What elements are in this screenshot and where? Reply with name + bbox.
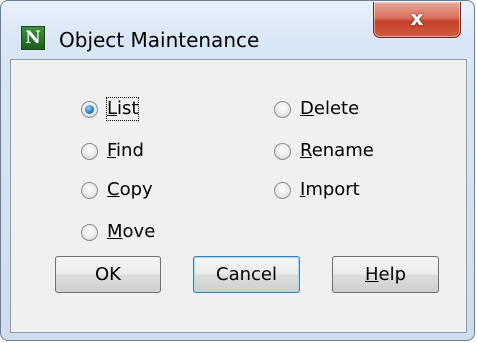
window-title: Object Maintenance — [59, 28, 260, 52]
label-rest: elete — [313, 98, 360, 119]
radio-copy[interactable]: Copy — [81, 178, 153, 202]
cancel-button-label: Cancel — [216, 264, 277, 285]
radio-label-delete: Delete — [300, 98, 359, 120]
label-rest: ind — [116, 140, 144, 161]
cancel-button[interactable]: Cancel — [193, 256, 300, 293]
mnemonic-letter: F — [107, 140, 117, 161]
label-rest: ename — [311, 140, 374, 161]
radio-button-icon[interactable] — [274, 142, 291, 160]
label-rest: ove — [122, 221, 156, 242]
ok-button-label: OK — [95, 264, 121, 285]
close-button[interactable]: x — [373, 2, 461, 38]
radio-label-import: Import — [300, 179, 360, 201]
radio-label-move: Move — [107, 221, 155, 243]
radio-label-find: Find — [107, 140, 144, 162]
ok-button[interactable]: OK — [55, 256, 161, 293]
help-button[interactable]: Help — [332, 256, 439, 293]
radio-button-icon[interactable] — [81, 142, 98, 160]
label-rest: opy — [119, 179, 153, 200]
label-rest: elp — [378, 264, 407, 285]
dialog-window: N Object Maintenance x List Find Copy Mo… — [0, 0, 475, 341]
mnemonic-letter: M — [107, 221, 123, 242]
radio-move[interactable]: Move — [81, 220, 155, 244]
mnemonic-letter: D — [300, 98, 314, 119]
radio-find[interactable]: Find — [81, 139, 144, 163]
radio-button-icon[interactable] — [274, 181, 291, 199]
radio-label-list: List — [105, 97, 140, 121]
radio-list[interactable]: List — [81, 97, 140, 121]
radio-button-icon[interactable] — [81, 223, 98, 241]
radio-label-rename: Rename — [300, 140, 374, 162]
radio-rename[interactable]: Rename — [274, 139, 374, 163]
label-rest: ist — [117, 98, 139, 119]
title-bar[interactable]: N Object Maintenance x — [1, 1, 474, 59]
radio-delete[interactable]: Delete — [274, 97, 359, 121]
mnemonic-letter: L — [107, 98, 118, 119]
radio-button-checked-icon[interactable] — [81, 100, 98, 118]
mnemonic-letter: C — [107, 179, 120, 200]
dialog-client-area: List Find Copy Move Delete Rename Import — [10, 59, 467, 333]
mnemonic-letter: H — [364, 264, 379, 285]
radio-label-copy: Copy — [107, 179, 153, 201]
radio-button-icon[interactable] — [274, 100, 291, 118]
close-icon: x — [410, 6, 424, 30]
app-logo-icon: N — [21, 26, 45, 50]
help-button-label: Help — [365, 264, 406, 285]
mnemonic-letter: R — [300, 140, 312, 161]
radio-import[interactable]: Import — [274, 178, 360, 202]
label-rest: mport — [305, 179, 360, 200]
radio-button-icon[interactable] — [81, 181, 98, 199]
